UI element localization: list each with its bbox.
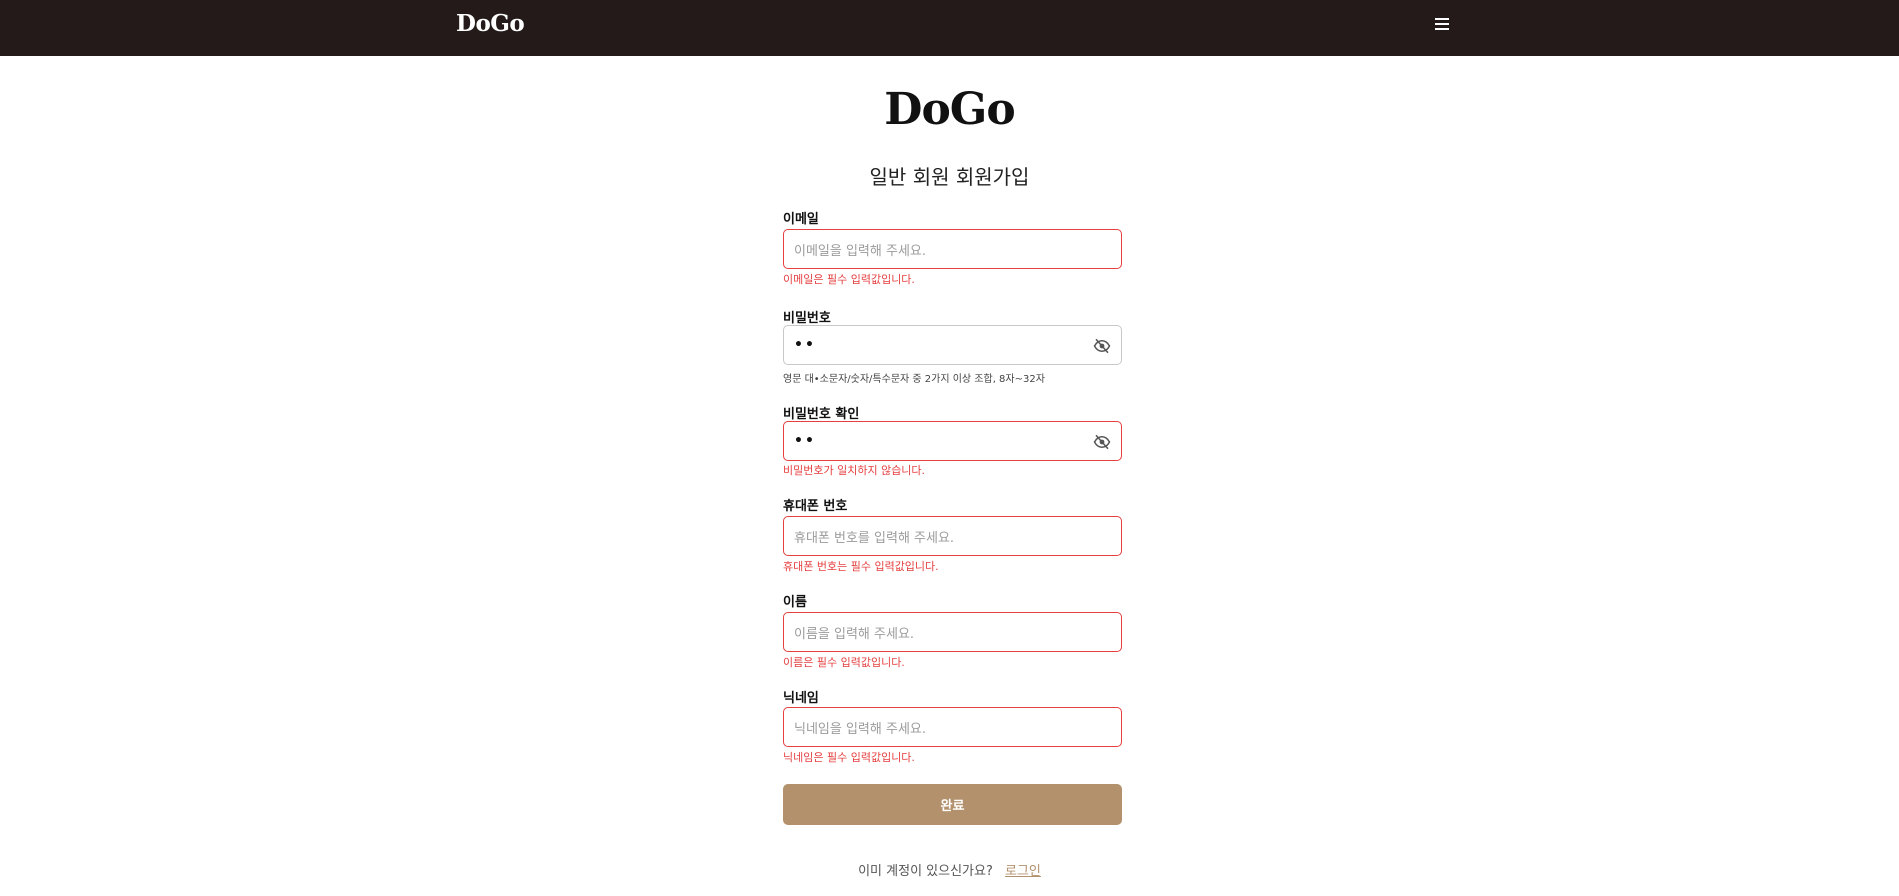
brand-logo[interactable]: DoGo	[456, 10, 525, 37]
nickname-label: 닉네임	[783, 691, 819, 706]
password-confirm-value: ••	[794, 433, 816, 449]
nickname-error: 닉네임은 필수 입력값입니다.	[783, 751, 915, 764]
name-label: 이름	[783, 595, 807, 610]
hamburger-menu-icon[interactable]	[1430, 12, 1454, 36]
password-confirm-field[interactable]: ••	[783, 421, 1122, 461]
phone-field[interactable]: 휴대폰 번호를 입력해 주세요.	[783, 516, 1122, 556]
nickname-field[interactable]: 닉네임을 입력해 주세요.	[783, 707, 1122, 747]
phone-error: 휴대폰 번호는 필수 입력값입니다.	[783, 560, 939, 573]
phone-label: 휴대폰 번호	[783, 499, 848, 514]
menu-line	[1435, 18, 1449, 20]
login-link[interactable]: 로그인	[1005, 864, 1041, 879]
password-confirm-error: 비밀번호가 일치하지 않습니다.	[783, 464, 926, 477]
top-navbar: DoGo	[0, 0, 1899, 56]
email-placeholder: 이메일을 입력해 주세요.	[794, 243, 926, 259]
eye-off-icon[interactable]	[1093, 433, 1111, 451]
password-helper: 영문 대•소문자/숫자/특수문자 중 2가지 이상 조합, 8자~32자	[783, 374, 1045, 385]
login-prompt-text: 이미 계정이 있으신가요?	[858, 864, 993, 879]
password-confirm-label: 비밀번호 확인	[783, 407, 860, 422]
email-error: 이메일은 필수 입력값입니다.	[783, 273, 915, 286]
password-label: 비밀번호	[783, 311, 831, 326]
name-error: 이름은 필수 입력값입니다.	[783, 656, 905, 669]
menu-line	[1435, 28, 1449, 30]
email-field[interactable]: 이메일을 입력해 주세요.	[783, 229, 1122, 269]
password-value: ••	[794, 337, 816, 353]
name-placeholder: 이름을 입력해 주세요.	[794, 626, 915, 642]
login-prompt-row: 이미 계정이 있으신가요? 로그인	[0, 860, 1899, 879]
phone-placeholder: 휴대폰 번호를 입력해 주세요.	[794, 530, 955, 546]
menu-line	[1435, 23, 1449, 25]
email-label: 이메일	[783, 212, 819, 227]
submit-button[interactable]: 완료	[783, 784, 1122, 825]
page-title: 일반 회원 회원가입	[869, 165, 1030, 189]
page-logo: DoGo	[884, 84, 1015, 135]
nickname-placeholder: 닉네임을 입력해 주세요.	[794, 721, 926, 737]
name-field[interactable]: 이름을 입력해 주세요.	[783, 612, 1122, 652]
eye-off-icon[interactable]	[1093, 337, 1111, 355]
password-field[interactable]: ••	[783, 325, 1122, 365]
